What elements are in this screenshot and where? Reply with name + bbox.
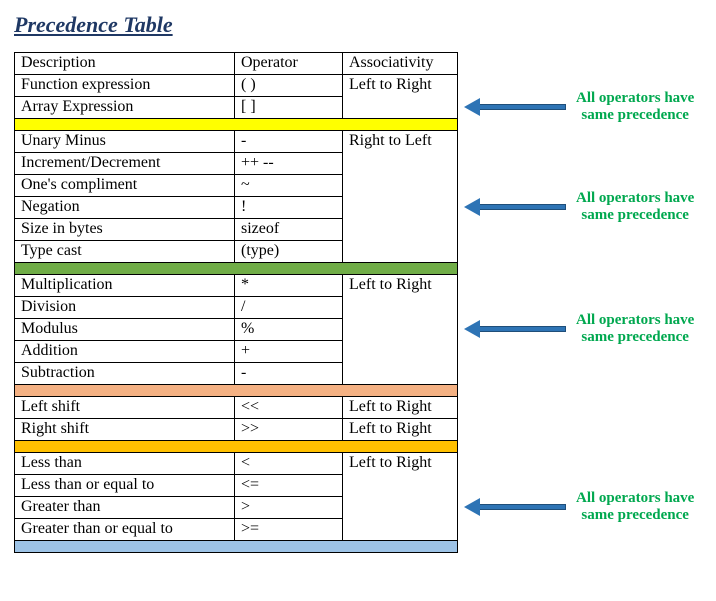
cell-operator: >> bbox=[235, 419, 343, 441]
cell-operator: ~ bbox=[235, 175, 343, 197]
cell-operator: - bbox=[235, 363, 343, 385]
header-operator: Operator bbox=[235, 53, 343, 75]
arrow-left-icon bbox=[466, 322, 566, 336]
table-row: Unary Minus-Right to Left bbox=[15, 131, 458, 153]
table-row: Left shift<<Left to Right bbox=[15, 397, 458, 419]
annotation: All operators have same precedence bbox=[466, 190, 694, 225]
annotation-label: All operators have same precedence bbox=[576, 90, 694, 125]
separator-cell bbox=[15, 441, 458, 453]
cell-operator: <= bbox=[235, 475, 343, 497]
table-row: Multiplication*Left to Right bbox=[15, 275, 458, 297]
separator-row bbox=[15, 541, 458, 553]
arrow-left-icon bbox=[466, 100, 566, 114]
header-description: Description bbox=[15, 53, 235, 75]
separator-row bbox=[15, 119, 458, 131]
annotation-label: All operators have same precedence bbox=[576, 312, 694, 347]
annotation: All operators have same precedence bbox=[466, 312, 694, 347]
cell-description: Division bbox=[15, 297, 235, 319]
cell-operator: > bbox=[235, 497, 343, 519]
header-associativity: Associativity bbox=[343, 53, 458, 75]
cell-operator: ! bbox=[235, 197, 343, 219]
cell-operator: sizeof bbox=[235, 219, 343, 241]
annotation: All operators have same precedence bbox=[466, 490, 694, 525]
cell-associativity: Right to Left bbox=[343, 131, 458, 263]
separator-cell bbox=[15, 385, 458, 397]
cell-operator: + bbox=[235, 341, 343, 363]
arrow-left-icon bbox=[466, 200, 566, 214]
cell-associativity: Left to Right bbox=[343, 275, 458, 385]
cell-description: Greater than bbox=[15, 497, 235, 519]
cell-description: Size in bytes bbox=[15, 219, 235, 241]
separator-cell bbox=[15, 119, 458, 131]
cell-description: Increment/Decrement bbox=[15, 153, 235, 175]
table-header-row: DescriptionOperatorAssociativity bbox=[15, 53, 458, 75]
cell-description: Negation bbox=[15, 197, 235, 219]
annotation: All operators have same precedence bbox=[466, 90, 694, 125]
separator-row bbox=[15, 441, 458, 453]
cell-description: Type cast bbox=[15, 241, 235, 263]
cell-operator: ++ -- bbox=[235, 153, 343, 175]
cell-associativity: Left to Right bbox=[343, 397, 458, 419]
page-title: Precedence Table bbox=[14, 12, 702, 38]
cell-operator: [ ] bbox=[235, 97, 343, 119]
cell-operator: % bbox=[235, 319, 343, 341]
separator-row bbox=[15, 263, 458, 275]
separator-cell bbox=[15, 263, 458, 275]
cell-operator: < bbox=[235, 453, 343, 475]
cell-description: Left shift bbox=[15, 397, 235, 419]
cell-description: Addition bbox=[15, 341, 235, 363]
cell-operator: / bbox=[235, 297, 343, 319]
cell-operator: (type) bbox=[235, 241, 343, 263]
cell-operator: * bbox=[235, 275, 343, 297]
table-row: Less than<Left to Right bbox=[15, 453, 458, 475]
cell-operator: >= bbox=[235, 519, 343, 541]
cell-description: Subtraction bbox=[15, 363, 235, 385]
cell-associativity: Left to Right bbox=[343, 75, 458, 119]
cell-description: Less than or equal to bbox=[15, 475, 235, 497]
cell-operator: - bbox=[235, 131, 343, 153]
cell-description: Greater than or equal to bbox=[15, 519, 235, 541]
cell-operator: ( ) bbox=[235, 75, 343, 97]
annotation-label: All operators have same precedence bbox=[576, 490, 694, 525]
arrow-left-icon bbox=[466, 500, 566, 514]
table-row: Right shift>>Left to Right bbox=[15, 419, 458, 441]
cell-associativity: Left to Right bbox=[343, 419, 458, 441]
separator-row bbox=[15, 385, 458, 397]
annotation-label: All operators have same precedence bbox=[576, 190, 694, 225]
cell-description: Right shift bbox=[15, 419, 235, 441]
precedence-table: DescriptionOperatorAssociativityFunction… bbox=[14, 52, 458, 553]
cell-associativity: Left to Right bbox=[343, 453, 458, 541]
separator-cell bbox=[15, 541, 458, 553]
cell-description: Function expression bbox=[15, 75, 235, 97]
cell-description: Array Expression bbox=[15, 97, 235, 119]
table-row: Function expression( )Left to Right bbox=[15, 75, 458, 97]
cell-description: Less than bbox=[15, 453, 235, 475]
cell-description: Unary Minus bbox=[15, 131, 235, 153]
cell-description: Multiplication bbox=[15, 275, 235, 297]
cell-description: One's compliment bbox=[15, 175, 235, 197]
cell-description: Modulus bbox=[15, 319, 235, 341]
cell-operator: << bbox=[235, 397, 343, 419]
